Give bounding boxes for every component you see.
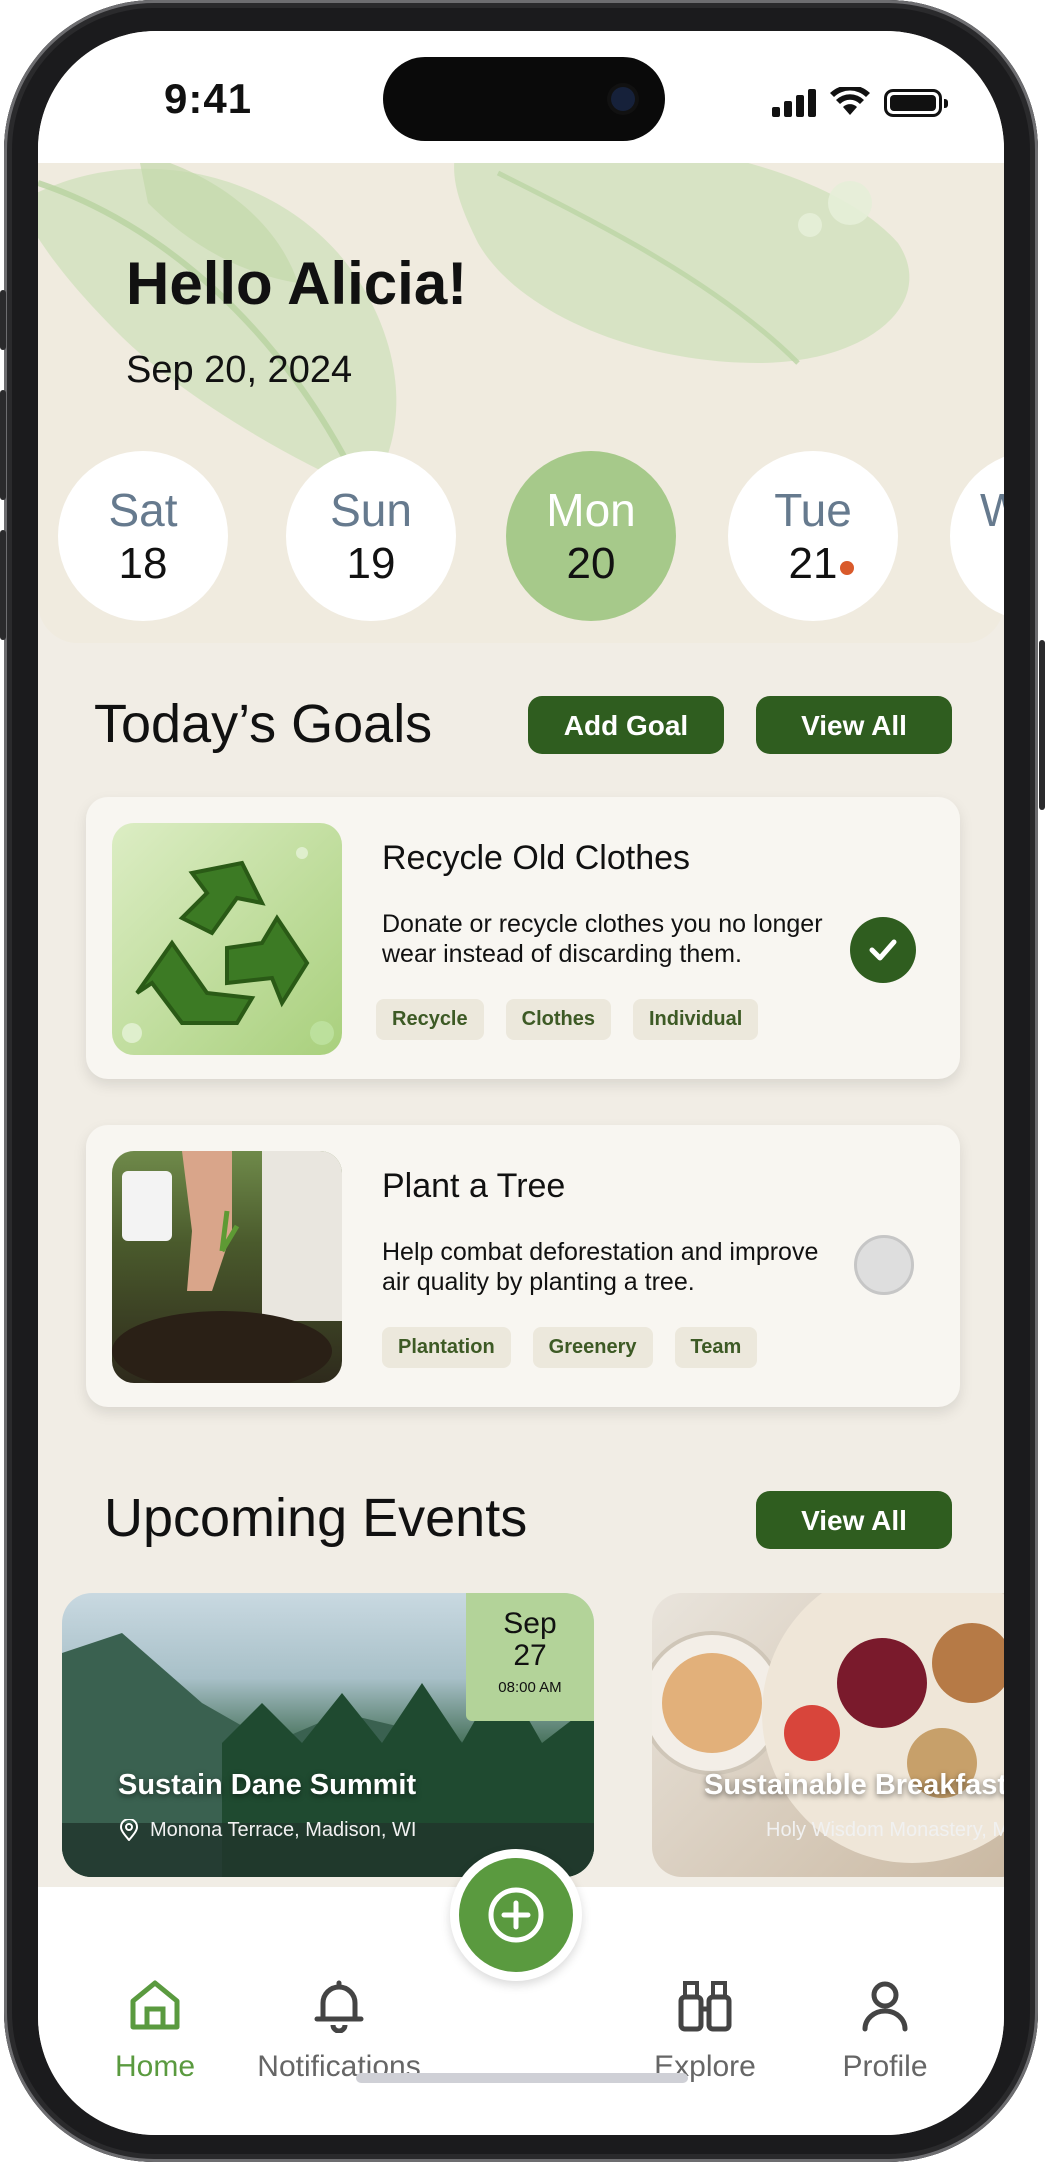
day-chip-sun[interactable]: Sun 19 xyxy=(286,451,456,621)
add-fab-inner xyxy=(459,1858,573,1972)
camera-icon xyxy=(611,87,635,111)
add-fab-button[interactable] xyxy=(450,1849,582,1981)
binoculars-icon xyxy=(678,1981,732,2032)
goal-tag: Team xyxy=(674,1327,758,1368)
day-name: Sun xyxy=(330,484,412,536)
planting-illustration xyxy=(112,1151,342,1383)
nav-explore[interactable]: Explore xyxy=(610,1977,800,2084)
event-location: Holy Wisdom Monastery, Ma xyxy=(766,1819,1004,1842)
volume-up-button xyxy=(0,390,6,500)
plus-circle-icon xyxy=(488,1887,544,1943)
goal-image-plant-tree xyxy=(112,1151,342,1383)
volume-down-button xyxy=(0,530,6,640)
status-time: 9:41 xyxy=(164,75,253,122)
event-location: Monona Terrace, Madison, WI xyxy=(120,1819,417,1842)
day-name: W xyxy=(980,484,1004,536)
day-name: Mon xyxy=(546,484,636,536)
day-chip-tue[interactable]: Tue 21 xyxy=(728,451,898,621)
goal-title: Plant a Tree xyxy=(382,1167,566,1205)
home-icon xyxy=(130,1980,180,2030)
nav-profile[interactable]: Profile xyxy=(790,1977,980,2084)
event-date-badge: Sep 27 08:00 AM xyxy=(466,1593,594,1721)
status-bar: 9:41 xyxy=(38,31,1004,163)
day-name: Sat xyxy=(108,484,178,536)
day-number: 21 xyxy=(788,539,838,588)
checkmark-icon xyxy=(869,939,897,961)
goal-description: Help combat deforestation and improve ai… xyxy=(382,1238,819,1296)
event-title: Sustain Dane Summit xyxy=(118,1769,417,1801)
event-month: Sep xyxy=(503,1607,557,1640)
goal-tag: Plantation xyxy=(382,1327,511,1368)
event-card[interactable]: Sep 27 08:00 AM Sustain Dane Summit Mono… xyxy=(62,1593,594,1877)
day-number: 19 xyxy=(346,539,396,588)
goal-title: Recycle Old Clothes xyxy=(382,839,691,877)
nav-home[interactable]: Home xyxy=(60,1977,250,2084)
person-icon xyxy=(862,1981,908,2032)
events-section-title: Upcoming Events xyxy=(104,1488,528,1548)
wifi-icon xyxy=(830,87,870,115)
home-indicator[interactable] xyxy=(356,2073,688,2083)
day-name: Tue xyxy=(774,484,852,536)
silent-switch xyxy=(0,290,6,350)
goal-complete-checkbox[interactable] xyxy=(854,1235,914,1295)
status-icons xyxy=(772,87,948,117)
add-goal-button[interactable]: Add Goal xyxy=(528,696,724,754)
event-location-text: Holy Wisdom Monastery, Ma xyxy=(766,1819,1004,1841)
goal-tag: Individual xyxy=(632,999,759,1040)
goal-image-recycle xyxy=(112,823,342,1055)
goal-card[interactable]: Recycle Old Clothes Donate or recycle cl… xyxy=(86,797,960,1079)
day-chip-mon[interactable]: Mon 20 xyxy=(506,451,676,621)
nav-notifications[interactable]: Notifications xyxy=(244,1977,434,2084)
events-view-all-button[interactable]: View All xyxy=(756,1491,952,1549)
bell-icon xyxy=(314,1980,364,2034)
cellular-signal-icon xyxy=(772,89,816,117)
event-card[interactable]: Sustainable Breakfast Holy Wisdom Monast… xyxy=(652,1593,1004,1877)
current-date: Sep 20, 2024 xyxy=(126,349,353,391)
goals-view-all-button[interactable]: View All xyxy=(756,696,952,754)
power-button xyxy=(1039,640,1045,810)
location-pin-icon xyxy=(120,1819,138,1841)
day-number: 20 xyxy=(566,539,616,588)
app-screen: 9:41 Hello Alicia! Sep 20, 2024 Sat 18 S… xyxy=(38,31,1004,2135)
event-day: 27 xyxy=(513,1639,547,1672)
goal-complete-checkbox[interactable] xyxy=(850,917,916,983)
bottom-navigation: Home Notifications Explore Profile xyxy=(38,1849,1004,2135)
goal-description: Donate or recycle clothes you no longer … xyxy=(382,910,823,968)
goal-tag: Clothes xyxy=(505,999,611,1040)
goal-card[interactable]: Plant a Tree Help combat deforestation a… xyxy=(86,1125,960,1407)
event-time: 08:00 AM xyxy=(498,1679,562,1696)
dynamic-island xyxy=(383,57,665,141)
goal-tag: Recycle xyxy=(376,999,484,1040)
goal-tag: Greenery xyxy=(532,1327,653,1368)
goal-tags: Recycle Clothes Individual xyxy=(376,999,759,1040)
day-number: 18 xyxy=(118,539,168,588)
goals-section-title: Today’s Goals xyxy=(94,694,433,754)
recycle-icon xyxy=(122,847,334,1045)
day-selector: Sat 18 Sun 19 Mon 20 Tue 21 W xyxy=(38,451,1004,631)
event-title: Sustainable Breakfast xyxy=(704,1769,1004,1801)
nav-label: Home xyxy=(114,2050,196,2083)
day-chip-sat[interactable]: Sat 18 xyxy=(58,451,228,621)
greeting-title: Hello Alicia! xyxy=(126,250,468,317)
nav-label: Profile xyxy=(842,2050,928,2083)
event-location-text: Monona Terrace, Madison, WI xyxy=(150,1819,417,1841)
day-chip-wed[interactable]: W xyxy=(950,451,1004,621)
battery-icon xyxy=(884,89,948,117)
goal-tags: Plantation Greenery Team xyxy=(382,1327,758,1368)
event-indicator-dot xyxy=(840,561,854,575)
